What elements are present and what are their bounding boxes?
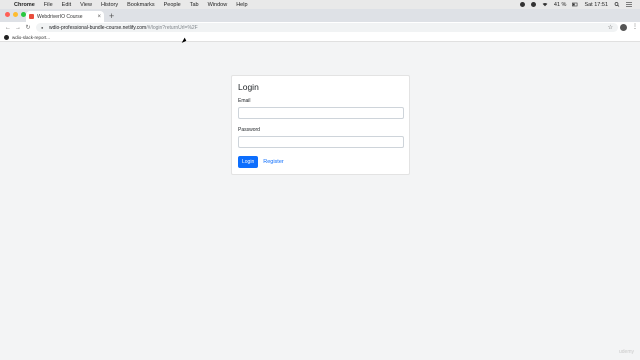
- menu-bookmarks[interactable]: Bookmarks: [127, 2, 155, 8]
- battery-icon: [572, 2, 578, 7]
- browser-tab[interactable]: WebdriverIO Course ×: [26, 11, 104, 22]
- bookmarks-bar: wdio-slack-report...: [0, 33, 640, 42]
- browser-toolbar: ← → ↻ ● wdio-professional-bundle-course.…: [0, 22, 640, 33]
- close-tab-icon[interactable]: ×: [97, 14, 101, 20]
- menu-tab[interactable]: Tab: [190, 2, 199, 8]
- status-area: 41 % Sat 17:51: [519, 2, 640, 8]
- menu-people[interactable]: People: [164, 2, 181, 8]
- control-center-icon[interactable]: [626, 2, 632, 7]
- password-label: Password: [238, 127, 260, 133]
- password-field[interactable]: [238, 136, 404, 148]
- lock-icon[interactable]: ●: [41, 25, 45, 30]
- email-label: Email: [238, 98, 251, 104]
- tab-strip: WebdriverIO Course × +: [0, 9, 640, 22]
- minimize-window-button[interactable]: [13, 12, 18, 17]
- menu-view[interactable]: View: [80, 2, 92, 8]
- forward-arrow-icon[interactable]: →: [13, 25, 23, 31]
- close-window-button[interactable]: [5, 12, 10, 17]
- menu-bar: Chrome File Edit View History Bookmarks …: [0, 0, 640, 9]
- github-icon: [4, 34, 9, 40]
- login-title: Login: [238, 82, 259, 92]
- url-host: wdio-professional-bundle-course.netlify.…: [49, 24, 147, 31]
- search-icon[interactable]: [614, 2, 620, 7]
- wifi-icon[interactable]: [542, 2, 548, 7]
- url-path: /#/login?returnUrl=%2F: [146, 24, 198, 31]
- address-bar[interactable]: ● wdio-professional-bundle-course.netlif…: [36, 23, 618, 32]
- clock[interactable]: Sat 17:51: [584, 2, 608, 8]
- window-controls: [5, 12, 26, 17]
- menu-chrome[interactable]: Chrome: [14, 2, 35, 8]
- email-field[interactable]: [238, 107, 404, 119]
- menu-file[interactable]: File: [44, 2, 53, 8]
- menu-window[interactable]: Window: [208, 2, 228, 8]
- register-link[interactable]: Register: [263, 159, 283, 165]
- bookmark-item[interactable]: wdio-slack-report...: [12, 35, 50, 40]
- tab-title: WebdriverIO Course: [37, 13, 83, 20]
- app-status-icon[interactable]: [530, 2, 536, 7]
- battery-label[interactable]: 41 %: [554, 2, 567, 8]
- udemy-watermark: udemy: [618, 349, 634, 355]
- login-actions: Login Register: [238, 156, 403, 168]
- new-tab-button[interactable]: +: [109, 11, 114, 21]
- login-button[interactable]: Login: [238, 156, 259, 168]
- screen-record-icon[interactable]: [519, 2, 525, 7]
- back-arrow-icon[interactable]: ←: [3, 25, 13, 31]
- login-card: Login Email Password Login Register: [231, 75, 410, 175]
- webdriverio-favicon-icon: [29, 14, 34, 19]
- menu-edit[interactable]: Edit: [62, 2, 71, 8]
- chrome-menu-icon[interactable]: ⋮: [632, 23, 638, 30]
- bookmark-star-icon[interactable]: ☆: [608, 24, 613, 31]
- profile-avatar[interactable]: [620, 24, 627, 31]
- reload-icon[interactable]: ↻: [23, 24, 33, 31]
- menu-history[interactable]: History: [101, 2, 118, 8]
- menu-help[interactable]: Help: [236, 2, 247, 8]
